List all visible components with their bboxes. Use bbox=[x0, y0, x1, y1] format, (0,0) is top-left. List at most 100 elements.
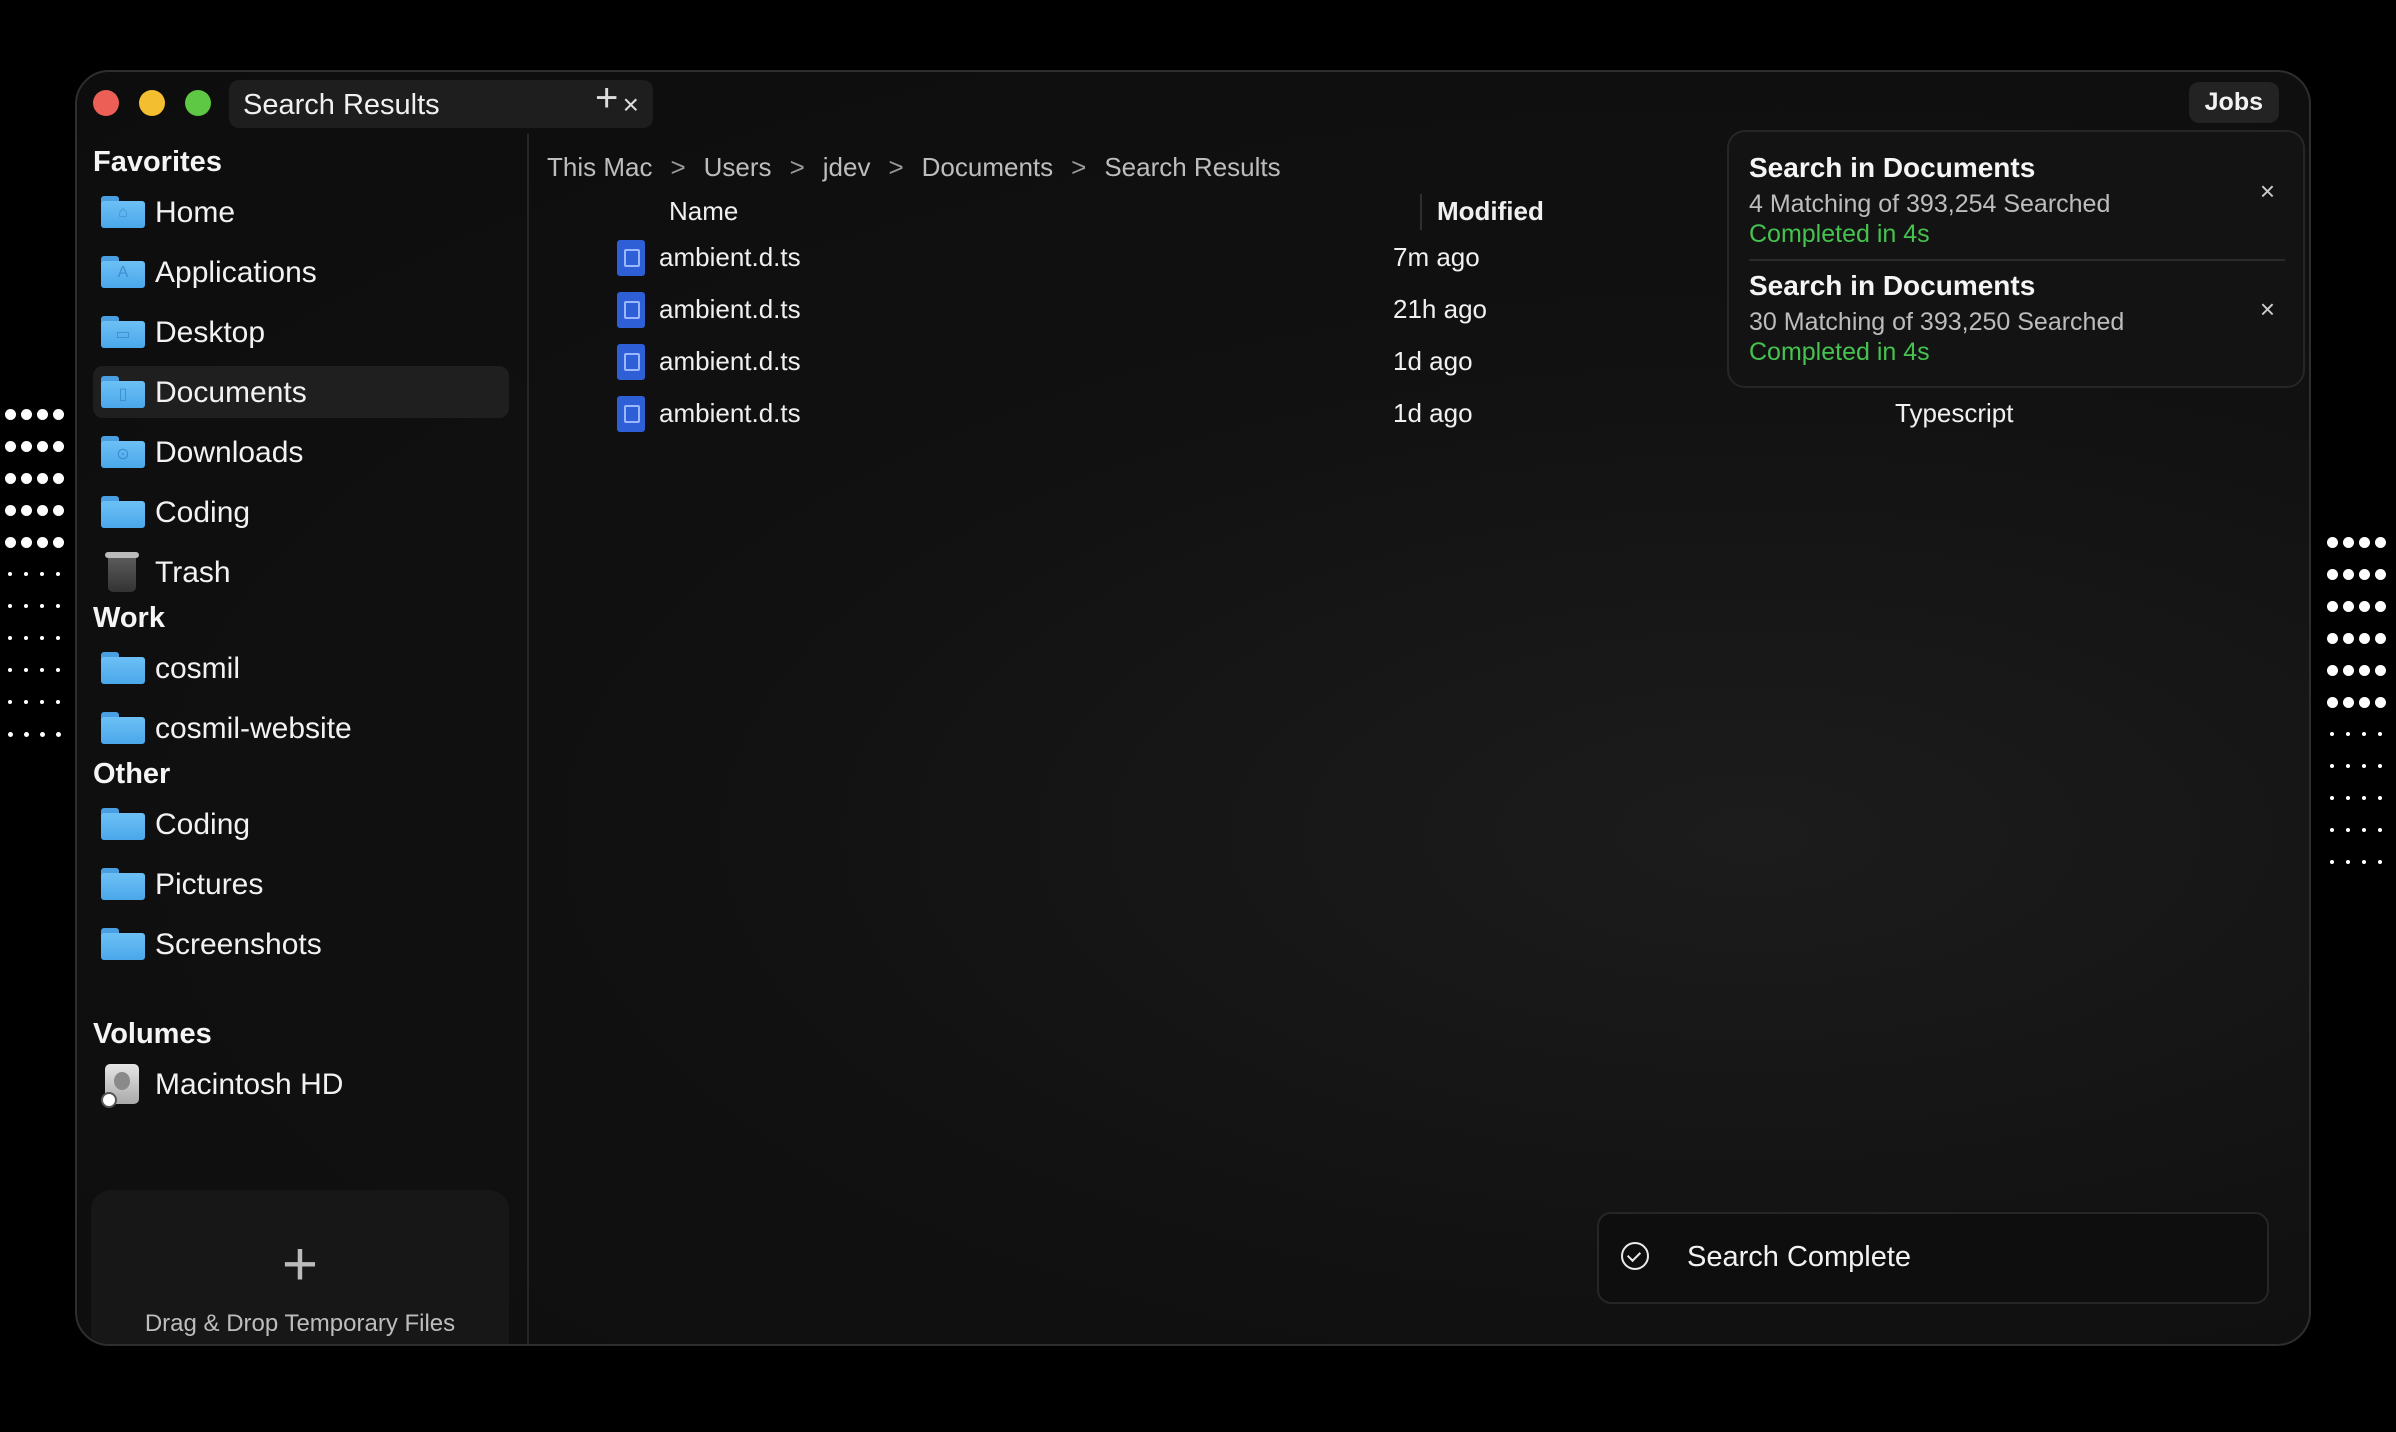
decorative-dot bbox=[2326, 664, 2338, 676]
sidebar-item-screenshots[interactable]: Screenshots bbox=[93, 918, 509, 970]
table-row[interactable]: ambient.d.ts 1d ago bbox=[617, 340, 1817, 384]
table-row[interactable]: ambient.d.ts 21h ago bbox=[617, 288, 1817, 332]
sidebar-item-label: Applications bbox=[155, 256, 317, 289]
file-name: ambient.d.ts bbox=[659, 294, 801, 324]
decorative-dot bbox=[36, 536, 48, 548]
section-title-favorites: Favorites bbox=[93, 146, 222, 178]
column-header-modified[interactable]: Modified bbox=[1437, 196, 1544, 227]
decorative-dot bbox=[40, 604, 44, 608]
sidebar-item-desktop[interactable]: ▭ Desktop bbox=[93, 306, 509, 358]
job-item: Search in Documents 4 Matching of 393,25… bbox=[1749, 152, 2285, 262]
zoom-window-button[interactable] bbox=[185, 90, 211, 116]
decorative-dot bbox=[20, 408, 32, 420]
sidebar-item-trash[interactable]: Trash bbox=[93, 546, 509, 598]
check-circle-icon bbox=[1621, 1242, 1649, 1270]
plus-icon: + bbox=[281, 1230, 319, 1299]
tab-search-results[interactable]: Search Results × bbox=[229, 80, 653, 128]
sidebar-item-cosmil[interactable]: cosmil bbox=[93, 642, 509, 694]
sidebar-item-label: Coding bbox=[155, 808, 251, 841]
trash-icon bbox=[105, 552, 139, 592]
dropzone-label: Drag & Drop Temporary Files bbox=[144, 1310, 456, 1337]
decorative-dot bbox=[52, 440, 64, 452]
documents-folder-icon: ▯ bbox=[101, 376, 145, 408]
job-title: Search in Documents bbox=[1749, 152, 2036, 183]
decorative-dot bbox=[8, 572, 12, 576]
decorative-dot bbox=[39, 731, 45, 737]
typescript-file-icon bbox=[617, 344, 645, 380]
hard-drive-icon bbox=[101, 1064, 139, 1108]
decorative-dot bbox=[4, 408, 16, 420]
decorative-dot bbox=[2374, 696, 2386, 708]
decorative-dot bbox=[56, 604, 60, 608]
job-item: Search in Documents 30 Matching of 393,2… bbox=[1749, 270, 2285, 380]
sidebar: Favorites ⌂ Home A Applications ▭ Deskto… bbox=[77, 134, 529, 1344]
home-folder-icon: ⌂ bbox=[101, 196, 145, 228]
breadcrumb-item-users[interactable]: Users bbox=[704, 152, 772, 183]
jobs-button[interactable]: Jobs bbox=[2188, 82, 2279, 123]
sidebar-item-label: Screenshots bbox=[155, 928, 322, 961]
decorative-dot bbox=[2326, 568, 2338, 580]
decorative-dot bbox=[2358, 568, 2370, 580]
folder-icon bbox=[101, 496, 145, 528]
close-icon[interactable]: × bbox=[2260, 176, 2275, 207]
sidebar-item-pictures[interactable]: Pictures bbox=[93, 858, 509, 910]
sidebar-item-applications[interactable]: A Applications bbox=[93, 246, 509, 298]
close-icon[interactable]: × bbox=[2260, 294, 2275, 325]
sidebar-item-downloads[interactable]: ⊙ Downloads bbox=[93, 426, 509, 478]
chevron-right-icon: > bbox=[789, 152, 805, 182]
downloads-folder-icon: ⊙ bbox=[101, 436, 145, 468]
sidebar-item-label: Pictures bbox=[155, 868, 264, 901]
table-row[interactable]: ambient.d.ts 1d ago bbox=[617, 392, 1817, 436]
typescript-file-icon bbox=[617, 292, 645, 328]
decorative-dot bbox=[40, 572, 44, 576]
minimize-window-button[interactable] bbox=[139, 90, 165, 116]
decorative-dot bbox=[2346, 828, 2350, 832]
decorative-dot bbox=[20, 440, 32, 452]
tab-close-icon[interactable]: × bbox=[623, 89, 639, 121]
sidebar-item-other-coding[interactable]: Coding bbox=[93, 798, 509, 850]
column-header-name[interactable]: Name bbox=[669, 196, 738, 227]
breadcrumb-item-this-mac[interactable]: This Mac bbox=[547, 152, 652, 183]
sidebar-item-label: Downloads bbox=[155, 436, 304, 469]
decorative-dot bbox=[2378, 796, 2382, 800]
close-window-button[interactable] bbox=[93, 90, 119, 116]
decorative-dot bbox=[2374, 600, 2386, 612]
sidebar-item-coding[interactable]: Coding bbox=[93, 486, 509, 538]
job-subtitle: 30 Matching of 393,250 Searched bbox=[1749, 308, 2125, 336]
decorative-dot bbox=[2330, 828, 2334, 832]
sidebar-item-cosmil-website[interactable]: cosmil-website bbox=[93, 702, 509, 754]
decorative-dot bbox=[2342, 536, 2354, 548]
decorative-dot bbox=[2326, 632, 2338, 644]
breadcrumb-item-search-results[interactable]: Search Results bbox=[1104, 152, 1280, 183]
decorative-dot bbox=[56, 700, 60, 704]
decorative-dot bbox=[56, 668, 60, 672]
sidebar-item-macintosh-hd[interactable]: Macintosh HD bbox=[93, 1058, 509, 1110]
chevron-right-icon: > bbox=[888, 152, 904, 182]
decorative-dot bbox=[2374, 536, 2386, 548]
sidebar-item-documents[interactable]: ▯ Documents bbox=[93, 366, 509, 418]
search-complete-toast: Search Complete bbox=[1597, 1212, 2269, 1304]
sidebar-item-label: Home bbox=[155, 196, 236, 229]
breadcrumb-item-documents[interactable]: Documents bbox=[922, 152, 1054, 183]
file-modified: 1d ago bbox=[1393, 346, 1473, 376]
column-divider[interactable] bbox=[1420, 194, 1422, 230]
new-tab-button[interactable]: + bbox=[595, 78, 618, 118]
decorative-dot bbox=[2330, 796, 2334, 800]
decorative-dot bbox=[52, 472, 64, 484]
breadcrumb-item-jdev[interactable]: jdev bbox=[823, 152, 871, 183]
file-modified: 1d ago bbox=[1393, 398, 1473, 428]
decorative-dot bbox=[23, 731, 29, 737]
decorative-dot bbox=[52, 536, 64, 548]
decorative-dot bbox=[56, 572, 60, 576]
decorative-dot bbox=[40, 636, 44, 640]
temporary-files-dropzone[interactable]: + Drag & Drop Temporary Files bbox=[91, 1190, 509, 1344]
sidebar-item-home[interactable]: ⌂ Home bbox=[93, 186, 509, 238]
decorative-dot bbox=[2362, 732, 2366, 736]
file-modified: 7m ago bbox=[1393, 242, 1480, 272]
sidebar-item-label: Documents bbox=[155, 376, 307, 409]
sidebar-item-label: Macintosh HD bbox=[155, 1068, 344, 1101]
decorative-dot bbox=[40, 668, 44, 672]
table-row[interactable]: ambient.d.ts 7m ago bbox=[617, 236, 1817, 280]
decorative-dot bbox=[2374, 568, 2386, 580]
section-title-work: Work bbox=[93, 602, 165, 634]
